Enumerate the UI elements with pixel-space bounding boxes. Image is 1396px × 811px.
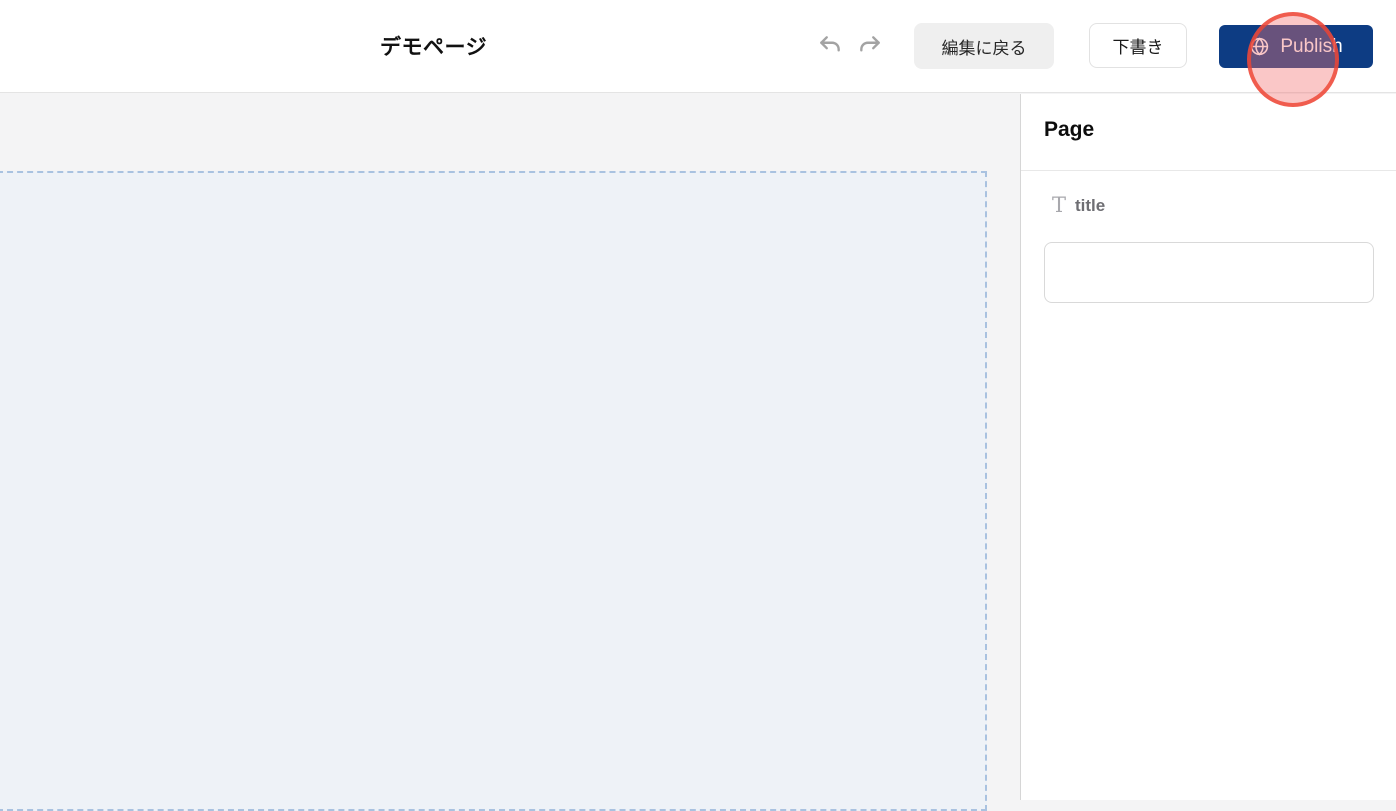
page-title: デモページ — [380, 36, 488, 59]
back-to-edit-button[interactable]: 編集に戻る — [914, 23, 1054, 69]
panel-divider — [1021, 170, 1396, 171]
undo-button[interactable] — [814, 30, 846, 62]
page-settings-panel: Page T title — [1020, 94, 1396, 800]
redo-button[interactable] — [854, 30, 886, 62]
undo-icon — [816, 33, 844, 59]
publish-button-label: Publish — [1280, 35, 1343, 57]
redo-icon — [856, 33, 884, 59]
publish-button[interactable]: Publish — [1219, 25, 1373, 68]
text-field-icon: T — [1052, 193, 1067, 217]
editor-header: デモページ 編集に戻る 下書き Publish — [0, 0, 1396, 107]
preview-toolbar: 63% (Auto) — [0, 94, 1020, 246]
globe-icon — [1249, 36, 1270, 57]
title-field-label: title — [1075, 195, 1106, 215]
panel-heading: Page — [1044, 118, 1095, 141]
title-field-label-row: T title — [1052, 195, 1105, 216]
draft-status-button[interactable]: 下書き — [1089, 23, 1187, 68]
title-input[interactable] — [1044, 242, 1374, 303]
page-preview-canvas[interactable] — [0, 171, 987, 811]
